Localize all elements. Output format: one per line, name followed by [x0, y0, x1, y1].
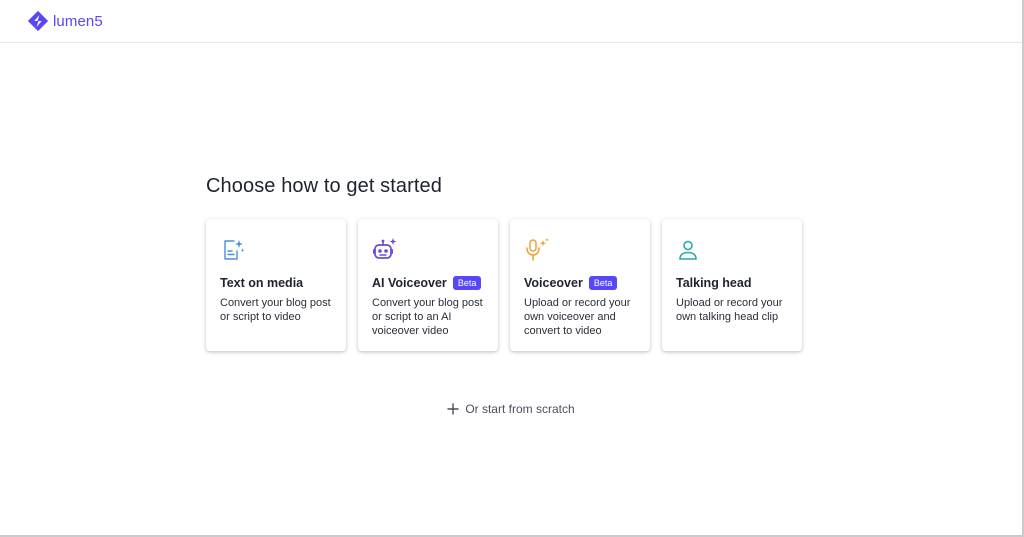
- microphone-sparkle-icon: [526, 238, 549, 261]
- option-title-text: Talking head: [676, 276, 752, 290]
- beta-badge: Beta: [588, 276, 618, 290]
- app-window: lumen5 Choose how to get started Text on…: [0, 0, 1024, 537]
- start-options: Text on media Convert your blog post or …: [206, 219, 802, 351]
- option-card-text-on-media[interactable]: Text on media Convert your blog post or …: [206, 219, 346, 351]
- option-title-text: AI Voiceover: [372, 276, 447, 290]
- person-icon: [679, 240, 697, 260]
- option-title: Voiceover Beta: [524, 276, 636, 290]
- plus-icon: [447, 403, 460, 415]
- brand-logo[interactable]: lumen5: [27, 10, 103, 32]
- start-from-scratch-label: Or start from scratch: [465, 402, 575, 416]
- top-navigation-bar: lumen5: [0, 0, 1022, 43]
- option-title: Talking head: [676, 276, 788, 290]
- option-description: Upload or record your own voiceover and …: [524, 297, 631, 337]
- option-card-voiceover[interactable]: Voiceover Beta Upload or record your own…: [510, 219, 650, 351]
- option-description: Upload or record your own talking head c…: [676, 297, 783, 323]
- beta-badge: Beta: [452, 276, 482, 290]
- option-description: Convert your blog post or script to an A…: [372, 297, 483, 337]
- robot-sparkle-icon: [373, 238, 397, 259]
- option-title: AI Voiceover Beta: [372, 276, 484, 290]
- document-sparkle-icon: [224, 240, 245, 260]
- option-title-text: Voiceover: [524, 276, 583, 290]
- brand-name: lumen5: [53, 12, 103, 30]
- option-description: Convert your blog post or script to vide…: [220, 297, 331, 323]
- option-card-talking-head[interactable]: Talking head Upload or record your own t…: [662, 219, 802, 351]
- start-from-scratch-button[interactable]: Or start from scratch: [447, 402, 575, 416]
- option-title: Text on media: [220, 276, 332, 290]
- lumen5-logo-icon: [27, 10, 49, 32]
- option-card-ai-voiceover[interactable]: AI Voiceover Beta Convert your blog post…: [358, 219, 498, 351]
- page-title: Choose how to get started: [206, 175, 442, 197]
- scratch-row: Or start from scratch: [0, 402, 1022, 416]
- option-title-text: Text on media: [220, 276, 304, 290]
